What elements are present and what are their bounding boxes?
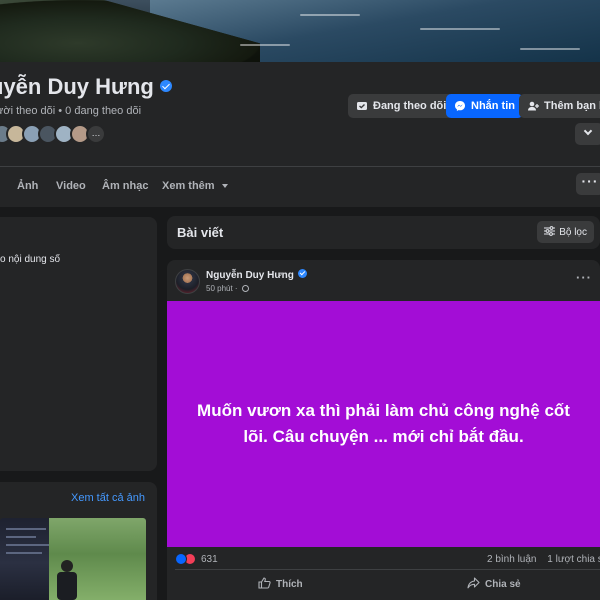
like-button[interactable]: Thích [258, 577, 303, 592]
messenger-icon [454, 100, 466, 112]
photo-person-silhouette [57, 572, 77, 600]
reaction-summary[interactable]: 631 [175, 552, 218, 566]
add-friend-icon [527, 100, 539, 112]
globe-icon [241, 285, 249, 293]
tab-photos[interactable]: Ảnh [17, 180, 38, 192]
verified-badge-icon [159, 80, 172, 92]
profile-more-button[interactable]: ··· [576, 173, 600, 195]
cover-foam [300, 14, 360, 16]
photo-thumbnail[interactable] [49, 518, 146, 600]
tab-see-more[interactable]: Xem thêm [162, 180, 228, 192]
cover-photo[interactable] [0, 0, 600, 62]
photo-detail [6, 552, 42, 554]
posts-header: Bài viết Bộ lọc [167, 216, 600, 249]
tab-music[interactable]: Âm nhạc [102, 180, 148, 192]
post-author[interactable]: Nguyễn Duy Hưng [206, 269, 307, 281]
tab-video[interactable]: Video [56, 180, 86, 192]
following-check-icon [356, 100, 368, 112]
follower-count[interactable]: ười theo dõi • 0 đang theo dõi [0, 105, 141, 117]
photos-card: Xem tất cả ảnh [0, 482, 157, 600]
post-options-button[interactable]: ··· [576, 270, 592, 285]
photo-detail [6, 536, 36, 538]
cover-foam [240, 44, 290, 46]
tab-see-more-label: Xem thêm [162, 180, 215, 192]
more-friends-icon[interactable]: … [86, 124, 106, 144]
post-author-name: Nguyễn Duy Hưng [206, 270, 294, 281]
caret-down-icon [221, 184, 228, 189]
actions-divider [175, 569, 600, 570]
post-author-avatar[interactable] [175, 269, 200, 294]
post-stats: 2 bình luận 1 lượt chia sẻ [487, 554, 600, 565]
like-reaction-icon [175, 553, 187, 565]
post-body: Muốn vươn xa thì phải làm chủ công nghệ … [167, 301, 600, 547]
following-button[interactable]: Đang theo dõi [348, 94, 455, 118]
add-friend-button-label: Thêm bạn bè [544, 100, 600, 112]
filter-icon [544, 225, 556, 239]
share-button[interactable]: Chia sẻ [467, 577, 521, 592]
chevron-down-icon [583, 126, 593, 136]
profile-dropdown-button[interactable] [575, 123, 600, 145]
verified-badge-icon [297, 269, 307, 278]
header-divider [0, 166, 600, 167]
profile-name: uyễn Duy Hưng [0, 74, 172, 100]
message-button-label: Nhắn tin [471, 100, 515, 112]
intro-text: o nội dung số [0, 254, 61, 265]
add-friend-button[interactable]: Thêm bạn bè [519, 94, 600, 118]
photo-detail [6, 544, 50, 546]
message-button[interactable]: Nhắn tin [446, 94, 523, 118]
share-count[interactable]: 1 lượt chia sẻ [547, 554, 600, 565]
filter-button-label: Bộ lọc [559, 226, 587, 238]
profile-name-text: uyễn Duy Hưng [0, 74, 154, 99]
photo-person-silhouette [61, 560, 73, 572]
post-time-text: 50 phút · [206, 284, 238, 293]
post-timestamp[interactable]: 50 phút · [206, 284, 249, 293]
reaction-count: 631 [201, 553, 218, 565]
post-body-text: Muốn vươn xa thì phải làm chủ công nghệ … [197, 401, 570, 446]
cover-foam [420, 28, 500, 30]
see-all-photos-link[interactable]: Xem tất cả ảnh [71, 492, 145, 504]
like-button-label: Thích [276, 579, 303, 590]
share-arrow-icon [467, 577, 480, 592]
cover-foam [520, 48, 580, 50]
photo-detail [6, 528, 46, 530]
intro-card: o nội dung số [0, 217, 157, 471]
share-button-label: Chia sẻ [485, 579, 521, 590]
profile-header: uyễn Duy Hưng ười theo dõi • 0 đang theo… [0, 62, 600, 207]
posts-title: Bài viết [177, 225, 224, 240]
thumbs-up-icon [258, 577, 271, 592]
filter-button[interactable]: Bộ lọc [537, 221, 594, 243]
comment-count[interactable]: 2 bình luận [487, 554, 537, 565]
following-button-label: Đang theo dõi [373, 100, 447, 112]
